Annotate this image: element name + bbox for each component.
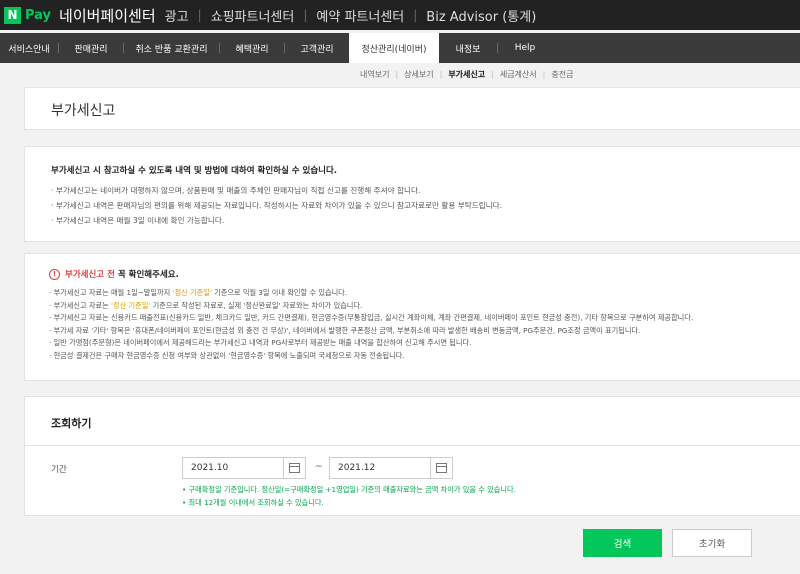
warning-bullet: · 일반 가맹점(주문형)은 네이버페이에서 제공해드리는 부가세신고 내역과 … (49, 338, 472, 347)
warning-panel: ! 부가세신고 전 꼭 확인해주세요. · 부가세신고 자료는 매월 1일~말일… (24, 253, 800, 381)
warning-bullet: · 현금성 결제건은 구매자 현금영수증 신청 여부와 상관없이 '현금영수증'… (49, 350, 405, 360)
warning-bullet: · 부가세신고 자료는 '정산 기준일' 기준으로 작성된 자료로, 실제 '정… (49, 300, 693, 313)
nav-my-info[interactable]: 내정보 (439, 33, 497, 63)
search-divider (25, 445, 800, 446)
top-divider: | (197, 8, 202, 22)
start-date-field[interactable]: 2021.10 (182, 457, 306, 479)
nav-benefit-management[interactable]: 혜택관리 (220, 33, 284, 63)
bullet-text: 기준으로 작성된 자료로, 실제 '정산완료일' 자료와는 차이가 있습니다. (150, 300, 363, 310)
top-link-shopping-partner[interactable]: 쇼핑파트너센터 (211, 6, 295, 25)
subnav-detail[interactable]: 상세보기 (404, 69, 433, 80)
info-list: · 부가세신고는 네이버가 대행하지 않으며, 상품판매 및 매출의 주체인 판… (51, 183, 502, 228)
end-date-calendar-button[interactable] (430, 458, 452, 478)
warning-black-text: 꼭 확인해주세요. (117, 270, 179, 280)
bullet-text: 기준으로 익월 3일 이내 확인할 수 있습니다. (211, 288, 348, 297)
warning-bullet: · 부가세신고 자료는 신용카드 매출전표(신용카드 일반, 체크카드 일반, … (49, 313, 694, 322)
info-bullet: · 부가세신고는 네이버가 대행하지 않으며, 상품판매 및 매출의 주체인 판… (51, 186, 421, 195)
date-range-separator: ~ (315, 462, 323, 472)
logo-pay-text: Pay (25, 7, 52, 23)
top-link-ad[interactable]: 광고 (165, 6, 189, 25)
bullet-text: · 부가세신고 자료는 (49, 300, 112, 310)
search-note: • 구매확정일 기준입니다. 정산일(=구매확정일 +1영업일) 기준의 매출자… (182, 485, 516, 494)
n-logo-icon: N (4, 6, 21, 24)
subnav-divider: | (491, 70, 494, 79)
exclamation-icon: ! (49, 268, 60, 280)
reset-button[interactable]: 초기화 (672, 529, 752, 557)
warning-bullet: · 부가세 자료 '기타' 항목은 '휴대폰/네이버페이 포인트(현금성 외 충… (49, 325, 641, 335)
warning-bullet: · 부가세신고 자료는 매월 1일~말일까지 '정산 기준일' 기준으로 익월 … (49, 287, 693, 300)
search-panel: 조회하기 기간 2021.10 ~ 2021.12 • 구매확정일 기준입니다.… (24, 396, 800, 516)
subnav-divider: | (439, 70, 443, 79)
search-notes: • 구매확정일 기준입니다. 정산일(=구매확정일 +1영업일) 기준의 매출자… (182, 483, 516, 509)
warning-list: · 부가세신고 자료는 매월 1일~말일까지 '정산 기준일' 기준으로 익월 … (49, 287, 693, 362)
start-date-calendar-button[interactable] (283, 458, 305, 478)
search-title: 조회하기 (51, 417, 92, 430)
warning-red-text: 부가세신고 전 (65, 270, 115, 280)
calendar-icon (289, 463, 300, 473)
top-link-reservation-partner[interactable]: 예약 파트너센터 (316, 6, 404, 25)
start-date-value[interactable]: 2021.10 (183, 463, 283, 473)
sub-nav: 내역보기 | 상세보기 | 부가세신고 | 세금계산서 | 충전금 (360, 69, 573, 80)
nav-help[interactable]: Help (498, 33, 552, 63)
subnav-divider: | (542, 70, 546, 79)
subnav-tax-invoice[interactable]: 세금계산서 (500, 69, 537, 80)
info-headline: 부가세신고 시 참고하실 수 있도록 내역 및 방법에 대하여 확인하실 수 있… (51, 166, 338, 176)
warning-heading: ! 부가세신고 전 꼭 확인해주세요. (49, 268, 179, 280)
nav-cancel-return-exchange[interactable]: 취소 반품 교환관리 (124, 33, 219, 63)
subnav-vat-report[interactable]: 부가세신고 (448, 69, 485, 80)
top-bar: N Pay 네이버페이센터 광고 | 쇼핑파트너센터 | 예약 파트너센터 | … (0, 0, 800, 30)
search-note: • 최대 12개월 이내에서 조회하실 수 있습니다. (182, 498, 324, 507)
top-divider: | (413, 8, 418, 22)
info-bullet: · 부가세신고 내역은 매월 3일 이내에 확인 가능합니다. (51, 216, 225, 225)
center-title[interactable]: 네이버페이센터 (59, 5, 156, 26)
info-bullet: · 부가세신고 내역은 판매자님의 편의를 위해 제공되는 자료입니다. 작성하… (51, 201, 503, 210)
top-divider: | (303, 8, 308, 22)
page-title: 부가세신고 (51, 103, 116, 119)
nav-settlement-management[interactable]: 정산관리(네이버) (349, 33, 439, 63)
main-nav: 서비스안내 판매관리 취소 반품 교환관리 혜택관리 고객관리 정산관리(네이버… (0, 33, 800, 63)
bullet-text: · 부가세신고 자료는 매월 1일~말일까지 (49, 288, 173, 297)
period-label: 기간 (51, 465, 67, 475)
highlight-text: '정산 기준일' (111, 300, 151, 310)
naverpay-logo[interactable]: N Pay (4, 6, 52, 24)
subnav-divider: | (395, 70, 399, 79)
subnav-charge[interactable]: 충전금 (551, 69, 573, 80)
highlight-text: '정산 기준일' (172, 288, 212, 297)
end-date-field[interactable]: 2021.12 (329, 457, 453, 479)
page-title-panel: 부가세신고 (24, 87, 800, 130)
nav-customer-management[interactable]: 고객관리 (285, 33, 349, 63)
search-button[interactable]: 검색 (583, 529, 662, 557)
info-panel: 부가세신고 시 참고하실 수 있도록 내역 및 방법에 대하여 확인하실 수 있… (24, 146, 800, 242)
top-link-biz-advisor[interactable]: Biz Advisor (통계) (426, 6, 536, 25)
end-date-value[interactable]: 2021.12 (330, 463, 430, 473)
calendar-icon (436, 463, 447, 473)
subnav-history[interactable]: 내역보기 (360, 69, 389, 80)
nav-service-guide[interactable]: 서비스안내 (0, 33, 58, 63)
nav-sales-management[interactable]: 판매관리 (59, 33, 123, 63)
